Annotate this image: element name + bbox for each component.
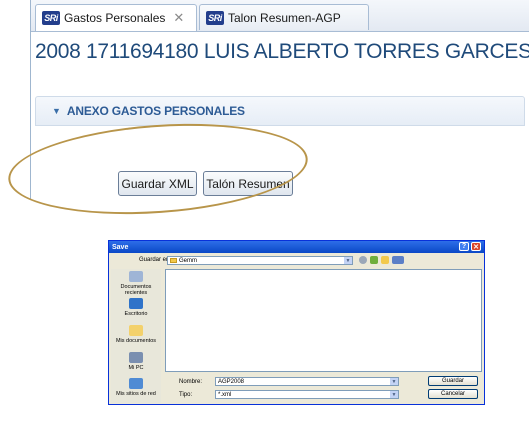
- chevron-down-icon[interactable]: ▼: [390, 378, 398, 385]
- guardar-xml-button[interactable]: Guardar XML: [118, 171, 197, 196]
- my-documents-icon: [129, 324, 143, 336]
- tab-gastos-personales[interactable]: SRi Gastos Personales ✕: [35, 4, 197, 31]
- look-in-select[interactable]: Gemm ▼: [167, 256, 353, 265]
- filetype-row: Tipo: *.xml ▼ Cancelar: [165, 389, 482, 400]
- desktop-icon: [129, 298, 143, 309]
- back-icon[interactable]: [359, 256, 367, 264]
- up-folder-icon[interactable]: [370, 256, 378, 264]
- cancel-button[interactable]: Cancelar: [428, 389, 478, 399]
- filename-value: AGP2008: [218, 378, 245, 385]
- place-desktop[interactable]: Escritorio: [111, 296, 161, 323]
- tab-talon-resumen[interactable]: SRi Talon Resumen-AGP: [199, 4, 369, 30]
- place-label: Mi PC: [128, 364, 144, 371]
- place-my-documents[interactable]: Mis documentos: [111, 323, 161, 350]
- chevron-down-icon[interactable]: ▼: [390, 391, 398, 398]
- place-recent-documents[interactable]: Documentos recientes: [111, 269, 161, 296]
- place-my-computer[interactable]: Mi PC: [111, 350, 161, 377]
- talon-resumen-button[interactable]: Talón Resumen: [203, 171, 293, 196]
- section-label: ANEXO GASTOS PERSONALES: [66, 104, 245, 118]
- file-list[interactable]: [165, 269, 482, 372]
- sri-logo-icon: SRi: [42, 11, 60, 25]
- save-dialog: Save ? ✕ Guardar en: Gemm ▼ Documentos r…: [108, 240, 485, 405]
- filename-label: Nombre:: [179, 379, 203, 385]
- my-computer-icon: [129, 351, 143, 363]
- close-icon[interactable]: ✕: [471, 242, 481, 251]
- network-places-icon: [129, 378, 143, 390]
- look-in-row: Guardar en: Gemm ▼: [109, 255, 484, 267]
- place-label: Mis documentos: [115, 337, 157, 344]
- place-network[interactable]: Mis sitios de red: [111, 376, 161, 403]
- look-in-value: Gemm: [179, 257, 197, 264]
- dialog-titlebar[interactable]: Save ? ✕: [109, 241, 484, 253]
- section-header-anexo[interactable]: ▼ ANEXO GASTOS PERSONALES: [35, 96, 525, 126]
- recent-documents-icon: [129, 271, 143, 282]
- filename-row: Nombre: AGP2008 ▼ Guardar: [165, 376, 482, 387]
- chevron-down-icon[interactable]: ▼: [344, 257, 352, 264]
- save-button[interactable]: Guardar: [428, 376, 478, 386]
- tab-bar: SRi Gastos Personales ✕ SRi Talon Resume…: [31, 0, 529, 32]
- views-menu-icon[interactable]: [392, 256, 404, 264]
- page-title: 2008 1711694180 LUIS ALBERTO TORRES GARC…: [35, 40, 529, 63]
- sri-logo-icon: SRi: [206, 10, 224, 25]
- tab-label: Gastos Personales: [64, 11, 166, 25]
- new-folder-icon[interactable]: [381, 256, 389, 264]
- help-icon[interactable]: ?: [459, 242, 469, 251]
- dialog-toolbar: [359, 256, 404, 264]
- place-label: Escritorio: [124, 311, 148, 317]
- dialog-title: Save: [112, 243, 129, 251]
- editor-panel: SRi Gastos Personales ✕ SRi Talon Resume…: [30, 0, 529, 200]
- filetype-label: Tipo:: [179, 392, 193, 398]
- place-label: Mis sitios de red: [116, 391, 156, 398]
- folder-icon: [170, 258, 177, 263]
- close-icon[interactable]: ✕: [173, 10, 184, 26]
- place-label: Documentos recientes: [120, 284, 152, 296]
- filename-input[interactable]: AGP2008 ▼: [215, 377, 399, 386]
- tab-label: Talon Resumen-AGP: [228, 10, 341, 25]
- places-bar: Documentos recientes Escritorio Mis docu…: [111, 269, 161, 403]
- filetype-select[interactable]: *.xml ▼: [215, 390, 399, 399]
- filetype-value: *.xml: [218, 391, 232, 398]
- chevron-down-icon[interactable]: ▼: [52, 106, 61, 116]
